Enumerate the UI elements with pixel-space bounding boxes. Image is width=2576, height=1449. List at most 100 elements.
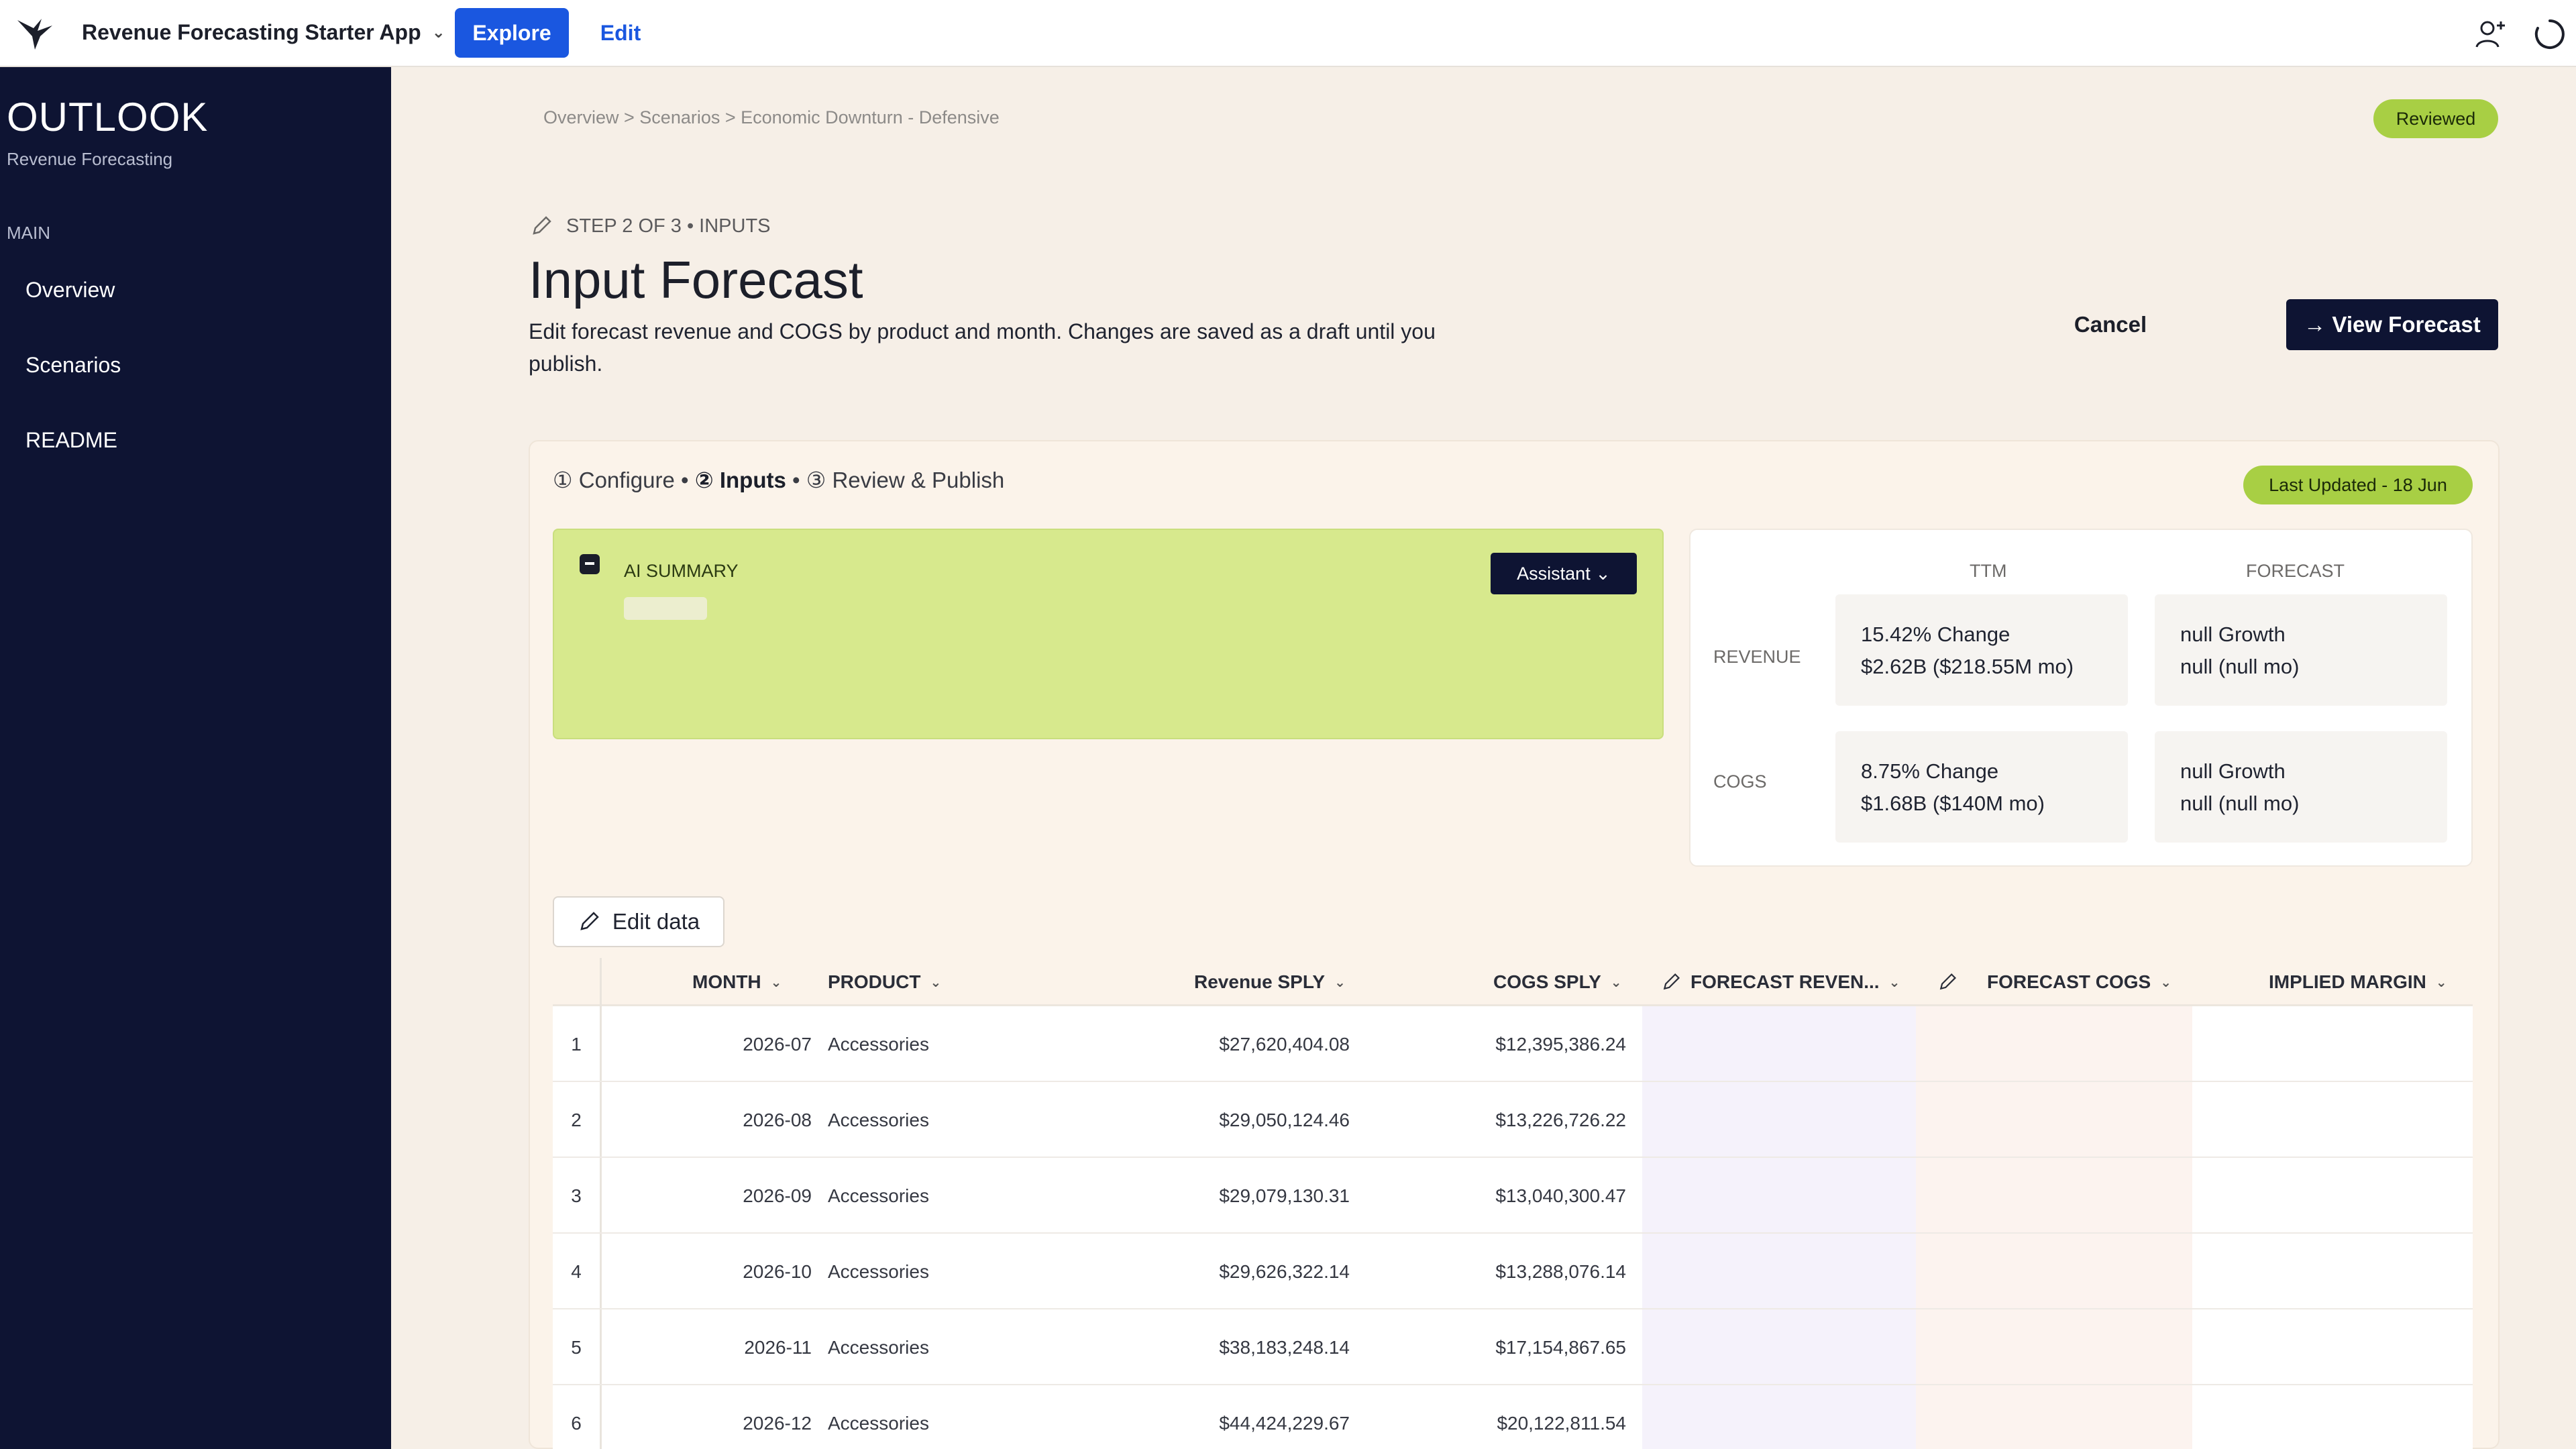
collapse-icon[interactable] — [580, 554, 600, 574]
stepper: ① Configure • ② Inputs • ③ Review & Publ… — [553, 467, 1004, 493]
assistant-dropdown-button[interactable]: Assistant ⌄ — [1491, 553, 1637, 594]
step-separator: • — [674, 468, 695, 492]
cell-implied-margin — [2192, 1234, 2473, 1309]
cell-forecast-revenue[interactable] — [1642, 1309, 1916, 1385]
metrics-col-forecast: FORECAST — [2246, 561, 2345, 581]
chevron-down-icon: ⌄ — [2435, 975, 2447, 990]
cogs-forecast-growth: null Growth — [2180, 759, 2286, 783]
explore-tab[interactable]: Explore — [455, 8, 569, 58]
header-cogs-sply[interactable]: COGS SPLY ⌄ — [1493, 958, 1622, 1006]
cell-forecast-revenue[interactable] — [1642, 1385, 1916, 1449]
last-updated-badge: Last Updated - 18 Jun — [2243, 466, 2473, 504]
revenue-ttm-value: $2.62B ($218.55M mo) — [1861, 655, 2074, 678]
cell-month: 2026-07 — [743, 1033, 812, 1055]
cell-forecast-cogs[interactable] — [1916, 1006, 2192, 1082]
header-month[interactable]: MONTH ⌄ — [692, 958, 782, 1006]
cogs-ttm-change: 8.75% Change — [1861, 759, 1999, 783]
step-configure[interactable]: ① Configure — [553, 468, 675, 492]
cell-product: Accessories — [828, 1033, 929, 1055]
row-index: 1 — [571, 1033, 582, 1055]
chevron-down-icon: ⌄ — [431, 23, 445, 42]
top-bar: Revenue Forecasting Starter App ⌄ Explor… — [0, 0, 2576, 67]
row-index: 5 — [571, 1336, 582, 1358]
ai-summary-loading-placeholder — [624, 597, 707, 620]
header-forecast-cogs[interactable]: FORECAST COGS ⌄ — [1937, 958, 2171, 1006]
row-index: 3 — [571, 1185, 582, 1206]
add-user-icon[interactable] — [2474, 17, 2508, 51]
cell-implied-margin — [2192, 1158, 2473, 1234]
sidebar-item-readme[interactable]: README — [25, 428, 117, 453]
header-implied-margin[interactable]: IMPLIED MARGIN ⌄ — [2269, 958, 2447, 1006]
table-row[interactable]: 4 2026-10 Accessories $29,626,322.14 $13,288… — [553, 1234, 2473, 1309]
step-review-publish[interactable]: ③ Review & Publish — [806, 468, 1005, 492]
header-revenue-sply[interactable]: Revenue SPLY ⌄ — [1194, 958, 1346, 1006]
cogs-ttm-value: $1.68B ($140M mo) — [1861, 792, 2045, 815]
cell-forecast-cogs[interactable] — [1916, 1082, 2192, 1158]
cell-revenue-sply: $27,620,404.08 — [1219, 1033, 1350, 1055]
table-header: MONTH ⌄ PRODUCT ⌄ Revenue SPLY ⌄ COGS SPLY ⌄… — [553, 958, 2473, 1006]
chevron-down-icon: ⌄ — [930, 975, 942, 990]
bird-logo-icon[interactable] — [15, 16, 55, 51]
sidebar-section-main: MAIN — [7, 223, 50, 243]
cancel-button[interactable]: Cancel — [2059, 299, 2161, 350]
cell-product: Accessories — [828, 1336, 929, 1358]
cell-revenue-sply: $44,424,229.67 — [1219, 1412, 1350, 1434]
pencil-icon — [533, 216, 551, 235]
edit-tab[interactable]: Edit — [590, 8, 651, 58]
row-index: 2 — [571, 1109, 582, 1130]
cell-cogs-sply: $17,154,867.65 — [1495, 1336, 1626, 1358]
cell-forecast-cogs[interactable] — [1916, 1158, 2192, 1234]
chevron-down-icon: ⌄ — [1888, 975, 1900, 990]
row-index: 4 — [571, 1260, 582, 1282]
cell-forecast-revenue[interactable] — [1642, 1082, 1916, 1158]
step-inputs[interactable]: ② Inputs — [695, 468, 786, 492]
cell-revenue-sply: $29,079,130.31 — [1219, 1185, 1350, 1206]
table-row[interactable]: 5 2026-11 Accessories $38,183,248.14 $17,154… — [553, 1309, 2473, 1385]
forecast-table: MONTH ⌄ PRODUCT ⌄ Revenue SPLY ⌄ COGS SPLY ⌄… — [553, 958, 2473, 1449]
cell-forecast-revenue[interactable] — [1642, 1006, 1916, 1082]
revenue-forecast-value: null (null mo) — [2180, 655, 2300, 678]
cell-product: Accessories — [828, 1109, 929, 1130]
revenue-ttm-change: 15.42% Change — [1861, 623, 2010, 646]
chevron-down-icon: ⌄ — [1610, 975, 1622, 990]
cell-forecast-revenue[interactable] — [1642, 1234, 1916, 1309]
revenue-forecast-cell: null Growth null (null mo) — [2155, 594, 2447, 706]
cell-cogs-sply: $13,040,300.47 — [1495, 1185, 1626, 1206]
table-row[interactable]: 1 2026-07 Accessories $27,620,404.08 $12,395… — [553, 1006, 2473, 1082]
cogs-ttm-cell: 8.75% Change $1.68B ($140M mo) — [1835, 731, 2128, 843]
view-forecast-button[interactable]: → View Forecast — [2286, 299, 2498, 350]
cell-forecast-cogs[interactable] — [1916, 1234, 2192, 1309]
cell-implied-margin — [2192, 1006, 2473, 1082]
header-forecast-revenue[interactable]: FORECAST REVEN... ⌄ — [1661, 958, 1900, 1006]
cell-cogs-sply: $20,122,811.54 — [1497, 1412, 1626, 1434]
cell-forecast-cogs[interactable] — [1916, 1385, 2192, 1449]
brand-subtitle: Revenue Forecasting — [7, 149, 173, 169]
cell-cogs-sply: $13,226,726.22 — [1495, 1109, 1626, 1130]
cell-implied-margin — [2192, 1385, 2473, 1449]
table-row[interactable]: 2 2026-08 Accessories $29,050,124.46 $13,226… — [553, 1082, 2473, 1158]
sidebar-item-overview[interactable]: Overview — [25, 278, 115, 303]
breadcrumb[interactable]: Overview > Scenarios > Economic Downturn… — [543, 107, 1000, 128]
cogs-forecast-value: null (null mo) — [2180, 792, 2300, 815]
cell-product: Accessories — [828, 1412, 929, 1434]
edit-data-button[interactable]: Edit data — [553, 896, 724, 947]
chevron-down-icon: ⌄ — [770, 975, 782, 990]
status-badge: Reviewed — [2373, 99, 2498, 138]
step-separator: • — [786, 468, 806, 492]
metrics-row-cogs-label: COGS — [1713, 771, 1767, 792]
cell-revenue-sply: $29,050,124.46 — [1219, 1109, 1350, 1130]
table-row[interactable]: 6 2026-12 Accessories $44,424,229.67 $20,122… — [553, 1385, 2473, 1449]
cell-forecast-cogs[interactable] — [1916, 1309, 2192, 1385]
sidebar-item-scenarios[interactable]: Scenarios — [25, 353, 121, 378]
cell-cogs-sply: $13,288,076.14 — [1495, 1260, 1626, 1282]
ai-summary-title: AI SUMMARY — [624, 561, 739, 581]
app-switcher[interactable]: Revenue Forecasting Starter App ⌄ — [82, 20, 445, 45]
step-label: STEP 2 OF 3 • INPUTS — [566, 215, 771, 237]
cell-forecast-revenue[interactable] — [1642, 1158, 1916, 1234]
pencil-icon — [1663, 973, 1680, 990]
cell-revenue-sply: $38,183,248.14 — [1219, 1336, 1350, 1358]
table-row[interactable]: 3 2026-09 Accessories $29,079,130.31 $13,040… — [553, 1158, 2473, 1234]
header-product[interactable]: PRODUCT ⌄ — [828, 958, 941, 1006]
cell-implied-margin — [2192, 1082, 2473, 1158]
cell-product: Accessories — [828, 1185, 929, 1206]
